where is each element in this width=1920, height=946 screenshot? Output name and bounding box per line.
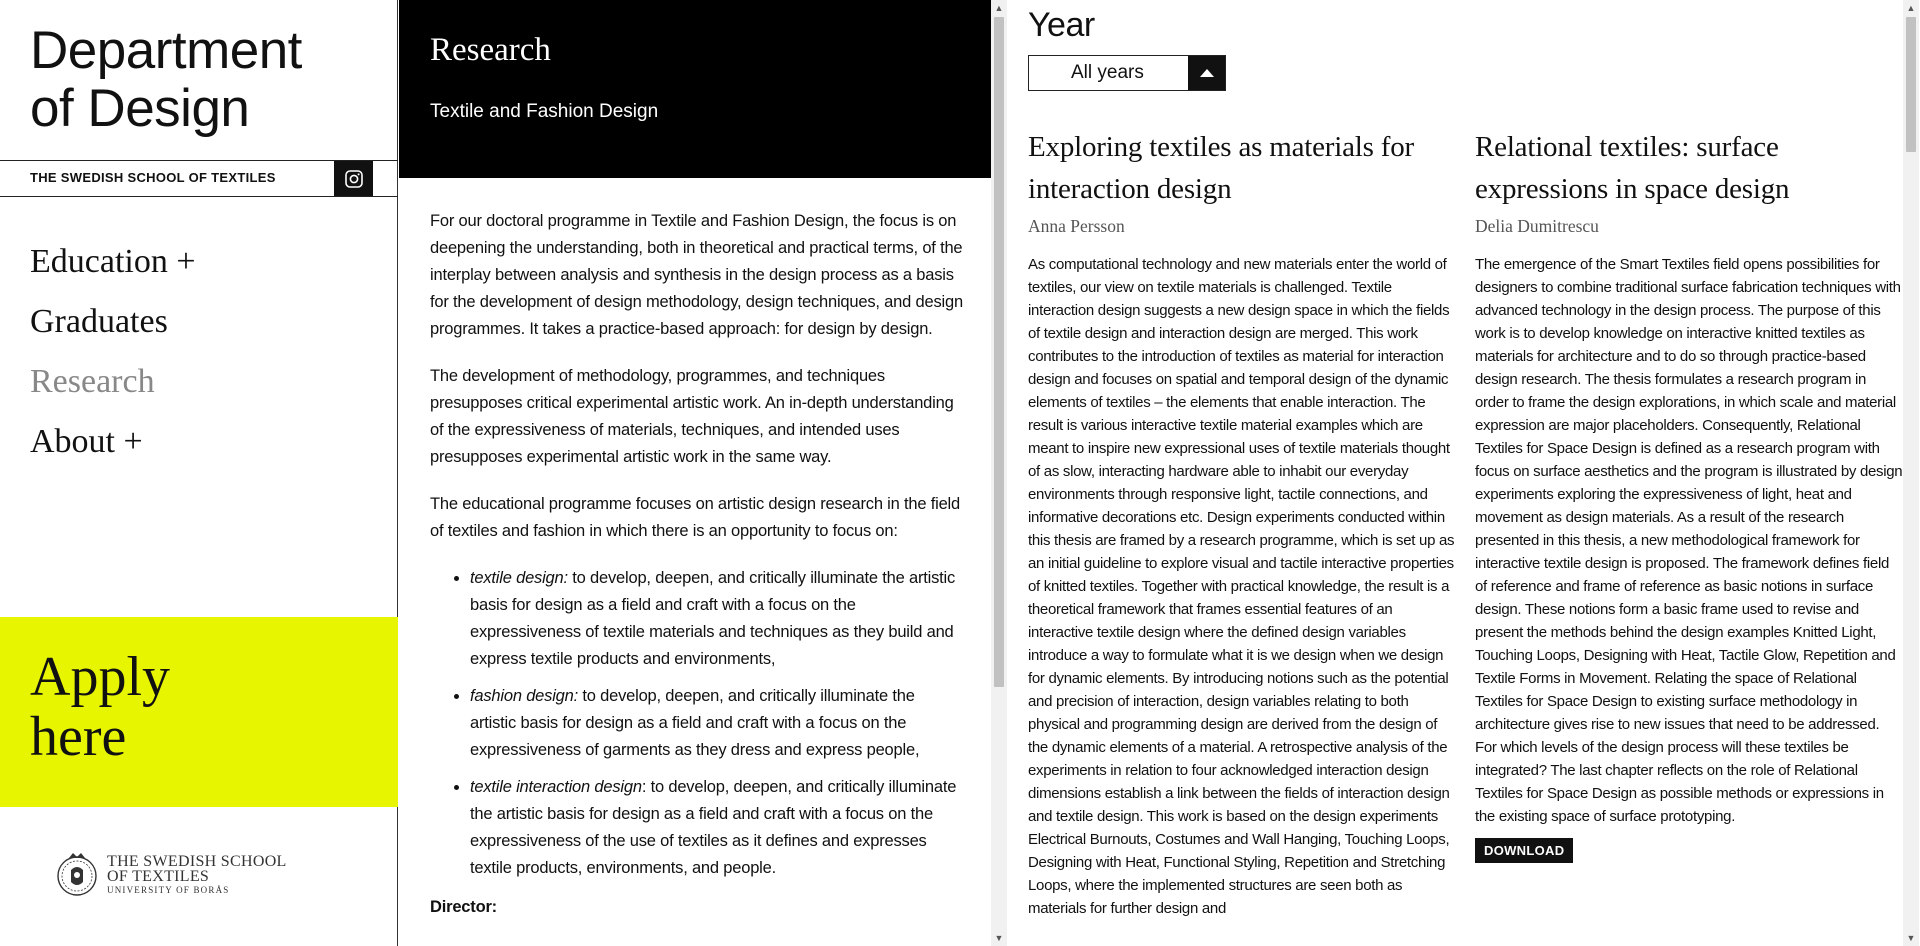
crest-icon — [57, 853, 97, 896]
list-item: textile design: to develop, deepen, and … — [470, 565, 965, 673]
year-filter-label: Year — [1028, 6, 1095, 44]
school-name[interactable]: THE SWEDISH SCHOOL OF TEXTILES — [30, 170, 276, 185]
nav-item-research[interactable]: Research — [30, 362, 196, 402]
paragraph: The development of methodology, programm… — [430, 367, 954, 466]
page-title: Research — [430, 32, 551, 68]
publication-author: Delia Dumitrescu — [1475, 216, 1599, 236]
school-logo[interactable]: THE SWEDISH SCHOOL OF TEXTILES UNIVERSIT… — [55, 850, 287, 898]
sidebar: Department of Design THE SWEDISH SCHOOL … — [0, 0, 398, 946]
publication-card: Relational textiles: surface expressions… — [1475, 126, 1903, 863]
focus-list: textile design: to develop, deepen, and … — [430, 565, 965, 882]
director-label: Director: — [430, 898, 497, 916]
nav-item-about[interactable]: About + — [30, 422, 196, 462]
publication-abstract: As computational technology and new mate… — [1028, 256, 1455, 917]
publication-title[interactable]: Exploring textiles as materials for inte… — [1028, 126, 1456, 210]
list-term: textile interaction design — [470, 778, 642, 796]
main-nav: Education + Graduates Research About + — [30, 242, 196, 482]
apply-line1: Apply — [30, 646, 170, 708]
content-scrollbar[interactable]: ▲ ▼ — [991, 0, 1007, 946]
paragraph: For our doctoral programme in Textile an… — [430, 212, 963, 338]
page-scrollbar[interactable]: ▲ ▼ — [1903, 0, 1919, 946]
year-select-value: All years — [1071, 62, 1144, 83]
scroll-up-icon[interactable]: ▲ — [1903, 0, 1919, 16]
instagram-icon[interactable] — [334, 161, 373, 196]
year-select[interactable]: All years — [1028, 55, 1226, 91]
content-body: For our doctoral programme in Textile an… — [430, 208, 965, 921]
scrollbar-thumb[interactable] — [1906, 17, 1916, 152]
publications-panel: Year All years Exploring textiles as mat… — [1007, 0, 1903, 946]
list-term: textile design: — [470, 569, 568, 587]
logo-line1: THE SWEDISH SCHOOL — [107, 852, 287, 870]
list-term: fashion design: — [470, 687, 578, 705]
apply-here-banner[interactable]: Apply here — [0, 617, 398, 807]
publication-author: Anna Persson — [1028, 216, 1125, 236]
list-item: fashion design: to develop, deepen, and … — [470, 683, 965, 764]
department-title-line2: of Design — [30, 79, 250, 138]
list-item: textile interaction design: to develop, … — [470, 774, 965, 882]
paragraph: The educational programme focuses on art… — [430, 495, 960, 540]
publication-title[interactable]: Relational textiles: surface expressions… — [1475, 126, 1903, 210]
nav-item-graduates[interactable]: Graduates — [30, 302, 196, 342]
school-bar: THE SWEDISH SCHOOL OF TEXTILES — [0, 160, 398, 197]
publication-abstract: The emergence of the Smart Textiles fiel… — [1475, 256, 1903, 825]
content-header: Research Textile and Fashion Design — [399, 0, 991, 178]
department-title[interactable]: Department of Design — [30, 22, 302, 138]
scroll-up-icon[interactable]: ▲ — [991, 0, 1007, 16]
content-column: Research Textile and Fashion Design For … — [399, 0, 991, 946]
download-button[interactable]: DOWNLOAD — [1475, 838, 1574, 863]
department-title-line1: Department — [30, 21, 302, 80]
nav-item-education[interactable]: Education + — [30, 242, 196, 282]
page-subtitle: Textile and Fashion Design — [430, 101, 659, 122]
publication-card: Exploring textiles as materials for inte… — [1028, 126, 1456, 920]
caret-up-icon[interactable] — [1188, 56, 1225, 90]
scroll-down-icon[interactable]: ▼ — [991, 930, 1007, 946]
apply-line2: here — [30, 706, 127, 768]
scroll-down-icon[interactable]: ▼ — [1903, 930, 1919, 946]
logo-line3: UNIVERSITY OF BORÅS — [107, 884, 230, 895]
logo-line2: OF TEXTILES — [107, 867, 210, 885]
scrollbar-thumb[interactable] — [994, 17, 1004, 687]
